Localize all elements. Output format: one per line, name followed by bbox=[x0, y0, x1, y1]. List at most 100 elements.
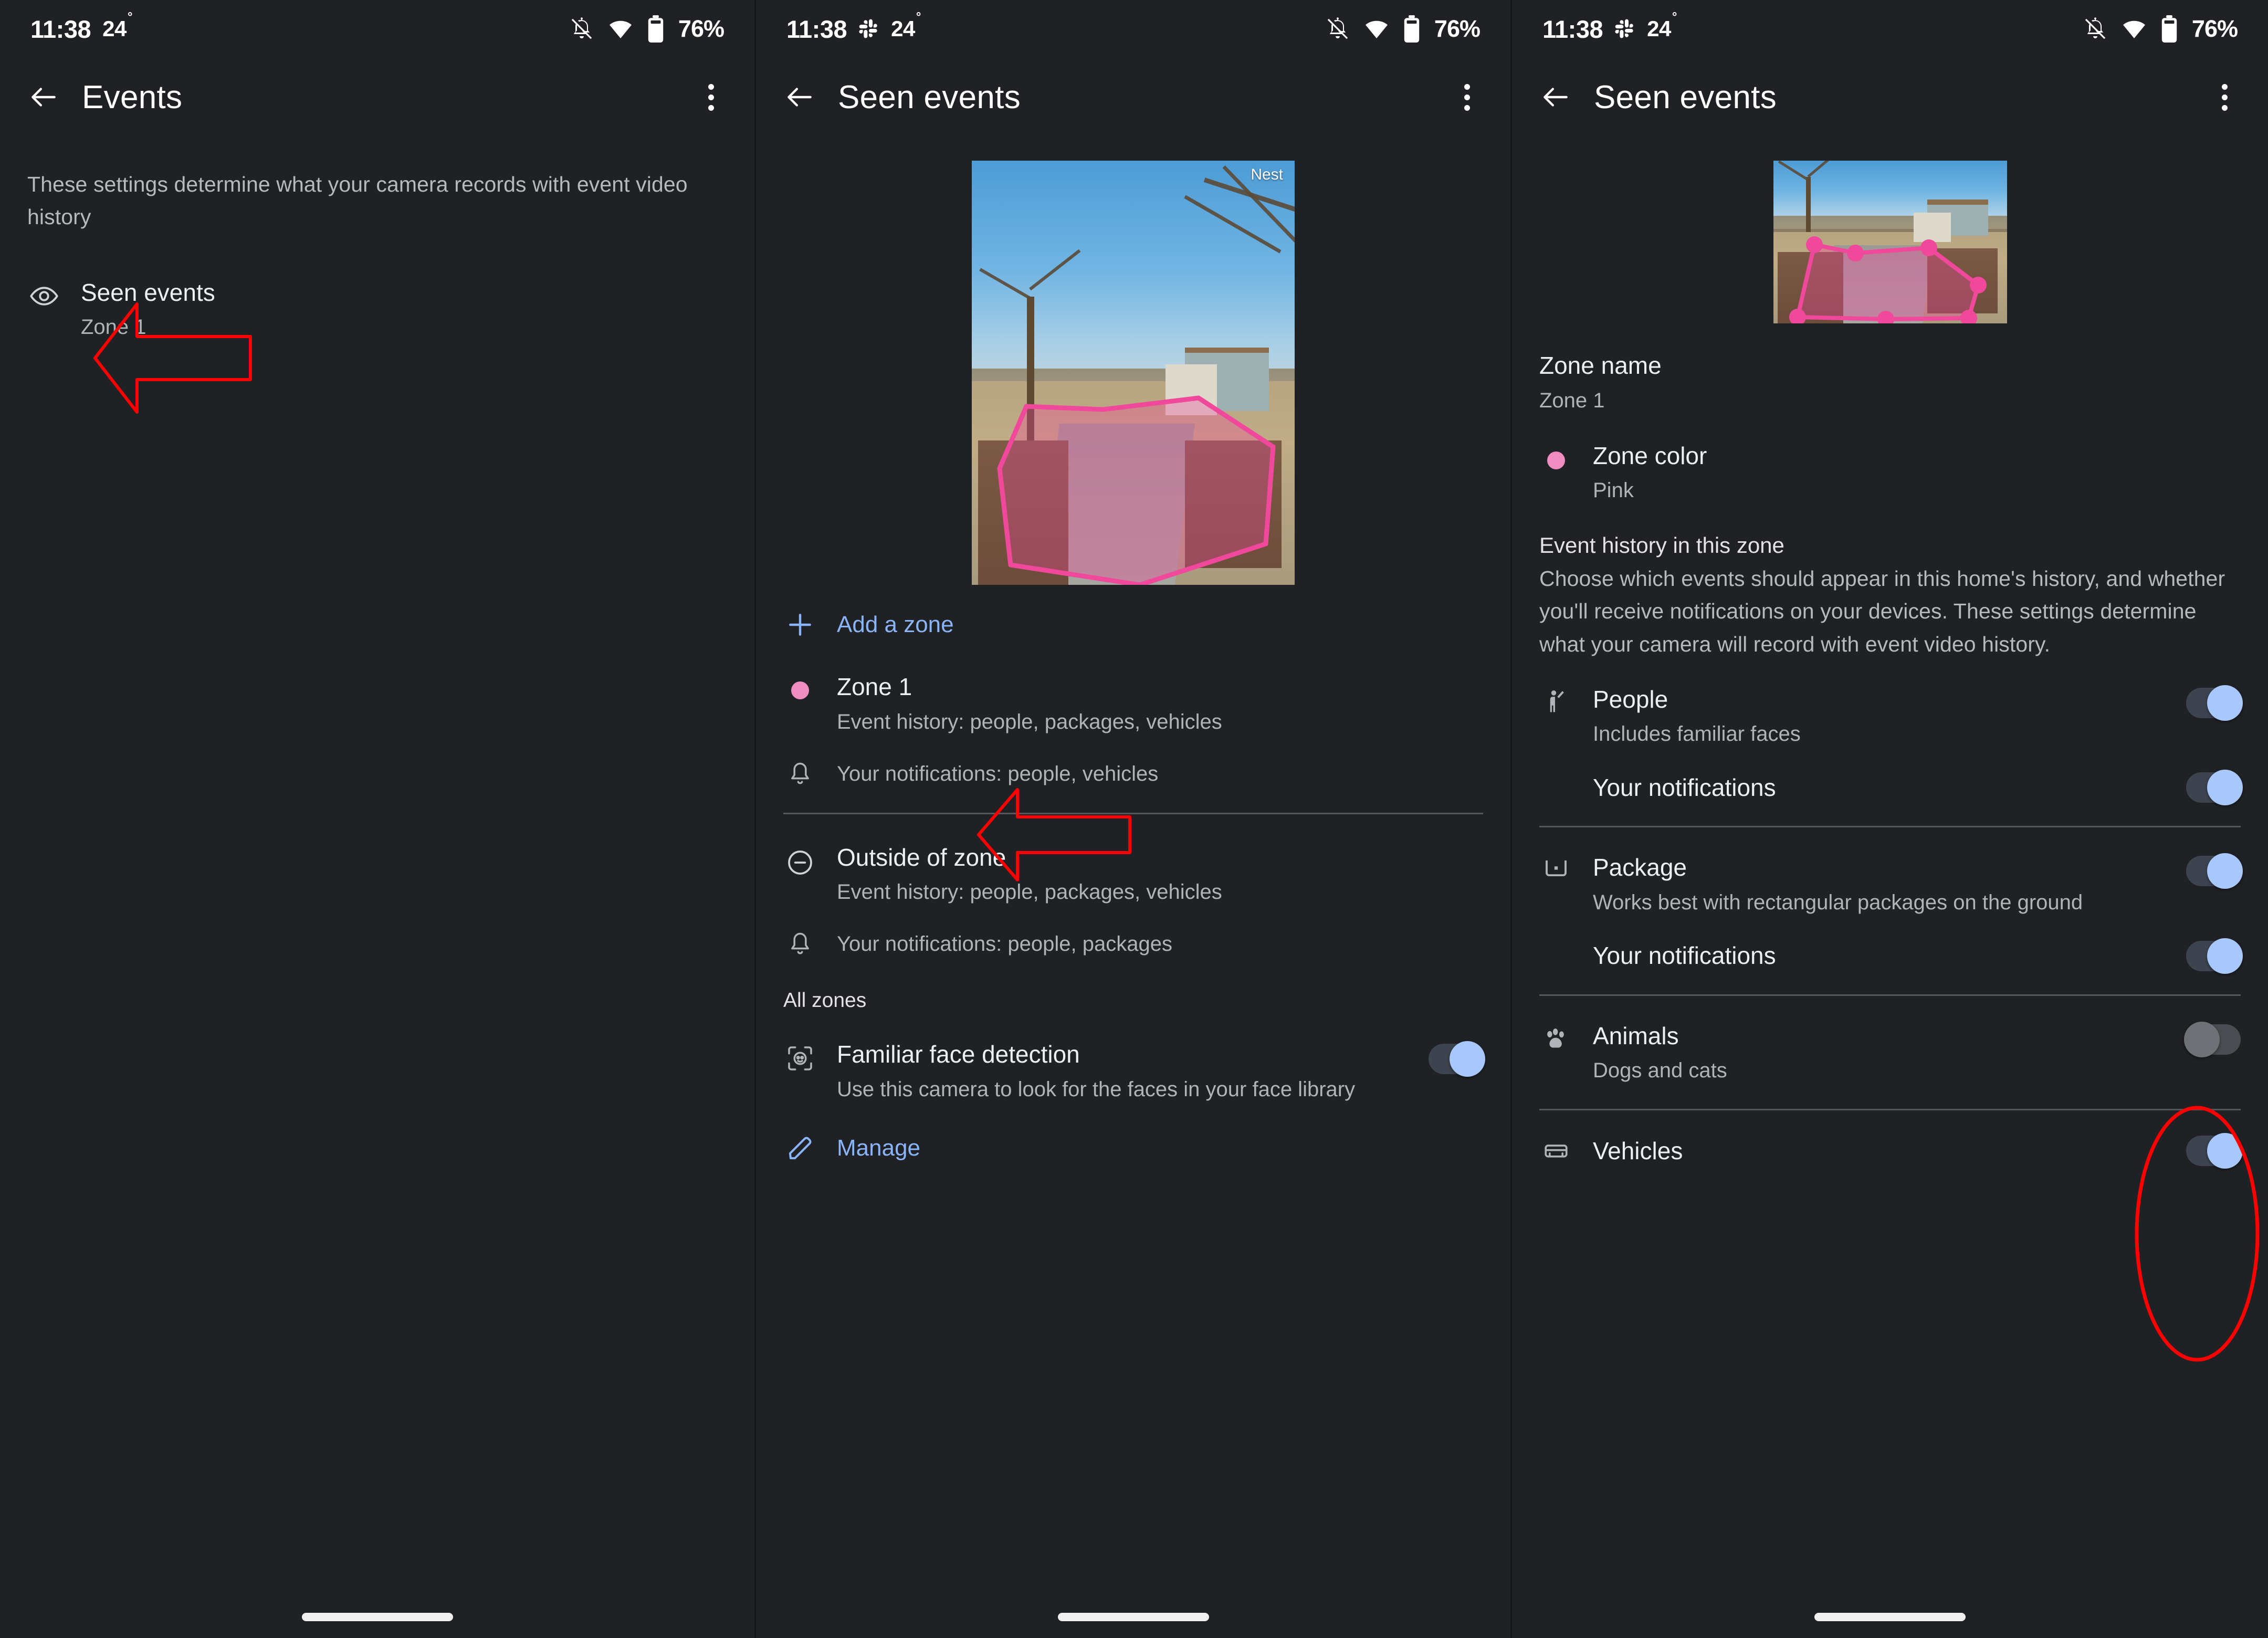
setting-package[interactable]: Package Works best with rectangular pack… bbox=[1539, 853, 2243, 918]
notifications-off-icon bbox=[2083, 16, 2108, 41]
wifi-icon bbox=[608, 16, 633, 41]
package-toggle[interactable] bbox=[2186, 853, 2243, 889]
battery-icon bbox=[2160, 15, 2178, 43]
zone-name-block[interactable]: Zone name Zone 1 bbox=[1539, 351, 2241, 416]
package-notifications-row[interactable]: Your notifications bbox=[1539, 938, 2243, 974]
list-item-seen-events[interactable]: Seen events Zone 1 bbox=[27, 278, 727, 343]
page-title: Seen events bbox=[1594, 79, 1777, 116]
slack-icon bbox=[1614, 18, 1635, 39]
face-scan-icon bbox=[783, 1040, 817, 1073]
seen-events-subtitle: Zone 1 bbox=[81, 316, 146, 339]
zone-1-notifications-item[interactable]: Your notifications: people, vehicles bbox=[783, 759, 1483, 789]
manage-button[interactable]: Manage bbox=[783, 1134, 1483, 1162]
zone-color-dot-icon bbox=[783, 672, 817, 699]
zone-1-title: Zone 1 bbox=[837, 673, 912, 700]
more-options-icon[interactable] bbox=[2208, 81, 2241, 113]
status-bar-3: 11:38 24° 76% bbox=[1512, 0, 2268, 58]
add-a-zone-label: Add a zone bbox=[837, 612, 954, 637]
person-waving-icon bbox=[1539, 685, 1573, 716]
zone-1-item[interactable]: Zone 1 Event history: people, packages, … bbox=[783, 672, 1483, 737]
seen-events-title: Seen events bbox=[81, 278, 215, 306]
people-toggle[interactable] bbox=[2186, 685, 2243, 721]
familiar-face-toggle[interactable] bbox=[1429, 1041, 1485, 1077]
minus-circle-icon bbox=[783, 843, 817, 877]
more-options-icon[interactable] bbox=[1451, 81, 1483, 113]
battery-percent: 76% bbox=[678, 15, 724, 42]
status-time: 11:38 bbox=[30, 15, 91, 43]
outside-of-zone-item[interactable]: Outside of zone Event history: people, p… bbox=[783, 843, 1483, 908]
status-temperature-3: 24° bbox=[1647, 10, 1677, 41]
manage-label: Manage bbox=[837, 1135, 921, 1161]
home-indicator-1[interactable] bbox=[301, 1613, 453, 1621]
setting-animals[interactable]: Animals Dogs and cats bbox=[1539, 1021, 2241, 1086]
status-temperature: 24° bbox=[102, 10, 132, 41]
back-arrow-icon[interactable] bbox=[783, 81, 816, 113]
app-bar-2: Seen events bbox=[756, 58, 1510, 136]
people-notifications-toggle[interactable] bbox=[2186, 770, 2243, 806]
animals-subtitle: Dogs and cats bbox=[1593, 1059, 1727, 1083]
zone-color-value: Pink bbox=[1593, 479, 1634, 502]
notifications-off-icon bbox=[1325, 16, 1350, 41]
zone-polygon-overlay bbox=[972, 161, 1295, 585]
page-title: Seen events bbox=[838, 79, 1021, 116]
app-bar-3: Seen events bbox=[1512, 58, 2268, 136]
setting-vehicles[interactable]: Vehicles bbox=[1539, 1133, 2243, 1169]
animals-toggle[interactable] bbox=[2184, 1021, 2241, 1057]
app-bar-1: Events bbox=[0, 58, 754, 136]
status-temperature-2: 24° bbox=[891, 10, 921, 41]
home-indicator-3[interactable] bbox=[1814, 1613, 1966, 1621]
package-subtitle: Works best with rectangular packages on … bbox=[1593, 890, 2083, 914]
nest-watermark: Nest bbox=[1251, 166, 1283, 183]
spacer-icon bbox=[1539, 786, 1573, 789]
people-title: People bbox=[1593, 685, 1668, 713]
status-bar-2: 11:38 24° 76% bbox=[756, 0, 1510, 58]
zone-color-swatch-icon bbox=[1539, 441, 1573, 469]
camera-preview[interactable]: Nest bbox=[972, 161, 1295, 585]
outside-of-zone-notifications: Your notifications: people, packages bbox=[837, 932, 1172, 956]
slack-icon bbox=[858, 18, 879, 39]
setting-people[interactable]: People Includes familiar faces bbox=[1539, 685, 2243, 750]
status-bar-1: 11:38 24° 76% bbox=[0, 0, 754, 58]
zone-polygon-editor-overlay[interactable] bbox=[1773, 161, 2007, 323]
bell-icon bbox=[783, 760, 817, 788]
zone-color-block[interactable]: Zone color Pink bbox=[1539, 441, 2241, 506]
package-notifications-toggle[interactable] bbox=[2186, 938, 2243, 974]
vehicles-title: Vehicles bbox=[1593, 1137, 1683, 1164]
animals-title: Animals bbox=[1593, 1022, 1679, 1049]
panel-seen-events-list: 11:38 24° 76% Seen events Nest Add a zon… bbox=[756, 0, 1512, 1638]
status-time-3: 11:38 bbox=[1542, 15, 1603, 43]
divider-1 bbox=[783, 812, 1483, 814]
outside-of-zone-notifications-item[interactable]: Your notifications: people, packages bbox=[783, 929, 1483, 959]
battery-icon bbox=[1403, 15, 1421, 43]
back-arrow-icon[interactable] bbox=[27, 81, 60, 113]
zone-color-label: Zone color bbox=[1593, 442, 1707, 469]
outside-of-zone-title: Outside of zone bbox=[837, 843, 1006, 871]
spacer-icon bbox=[1539, 954, 1573, 958]
events-description: These settings determine what your camer… bbox=[27, 172, 688, 229]
people-notifications-label: Your notifications bbox=[1593, 773, 1776, 801]
event-history-heading: Event history in this zone bbox=[1539, 533, 1784, 558]
people-notifications-row[interactable]: Your notifications bbox=[1539, 770, 2243, 806]
pencil-icon bbox=[783, 1134, 817, 1162]
familiar-face-detection-item[interactable]: Familiar face detection Use this camera … bbox=[783, 1040, 1485, 1105]
vehicles-toggle[interactable] bbox=[2186, 1133, 2243, 1169]
outside-of-zone-event-history: Event history: people, packages, vehicle… bbox=[837, 880, 1222, 904]
zone-name-value: Zone 1 bbox=[1539, 388, 1605, 412]
familiar-face-title: Familiar face detection bbox=[837, 1041, 1080, 1068]
eye-icon bbox=[27, 278, 61, 311]
camera-preview-editor[interactable] bbox=[1773, 161, 2007, 323]
zone-name-label: Zone name bbox=[1539, 352, 1662, 379]
more-options-icon[interactable] bbox=[695, 81, 727, 113]
paw-icon bbox=[1539, 1021, 1573, 1053]
wifi-icon bbox=[1364, 16, 1389, 41]
battery-percent: 76% bbox=[1434, 15, 1480, 42]
add-a-zone-button[interactable]: Add a zone bbox=[783, 610, 1483, 639]
event-history-description: Choose which events should appear in thi… bbox=[1539, 566, 2225, 656]
people-subtitle: Includes familiar faces bbox=[1593, 722, 1801, 746]
notifications-off-icon bbox=[569, 16, 594, 41]
back-arrow-icon[interactable] bbox=[1539, 81, 1572, 113]
divider-people-package bbox=[1539, 826, 2241, 828]
home-indicator-2[interactable] bbox=[1057, 1613, 1209, 1621]
page-title: Events bbox=[82, 79, 183, 116]
status-time-2: 11:38 bbox=[786, 15, 847, 43]
